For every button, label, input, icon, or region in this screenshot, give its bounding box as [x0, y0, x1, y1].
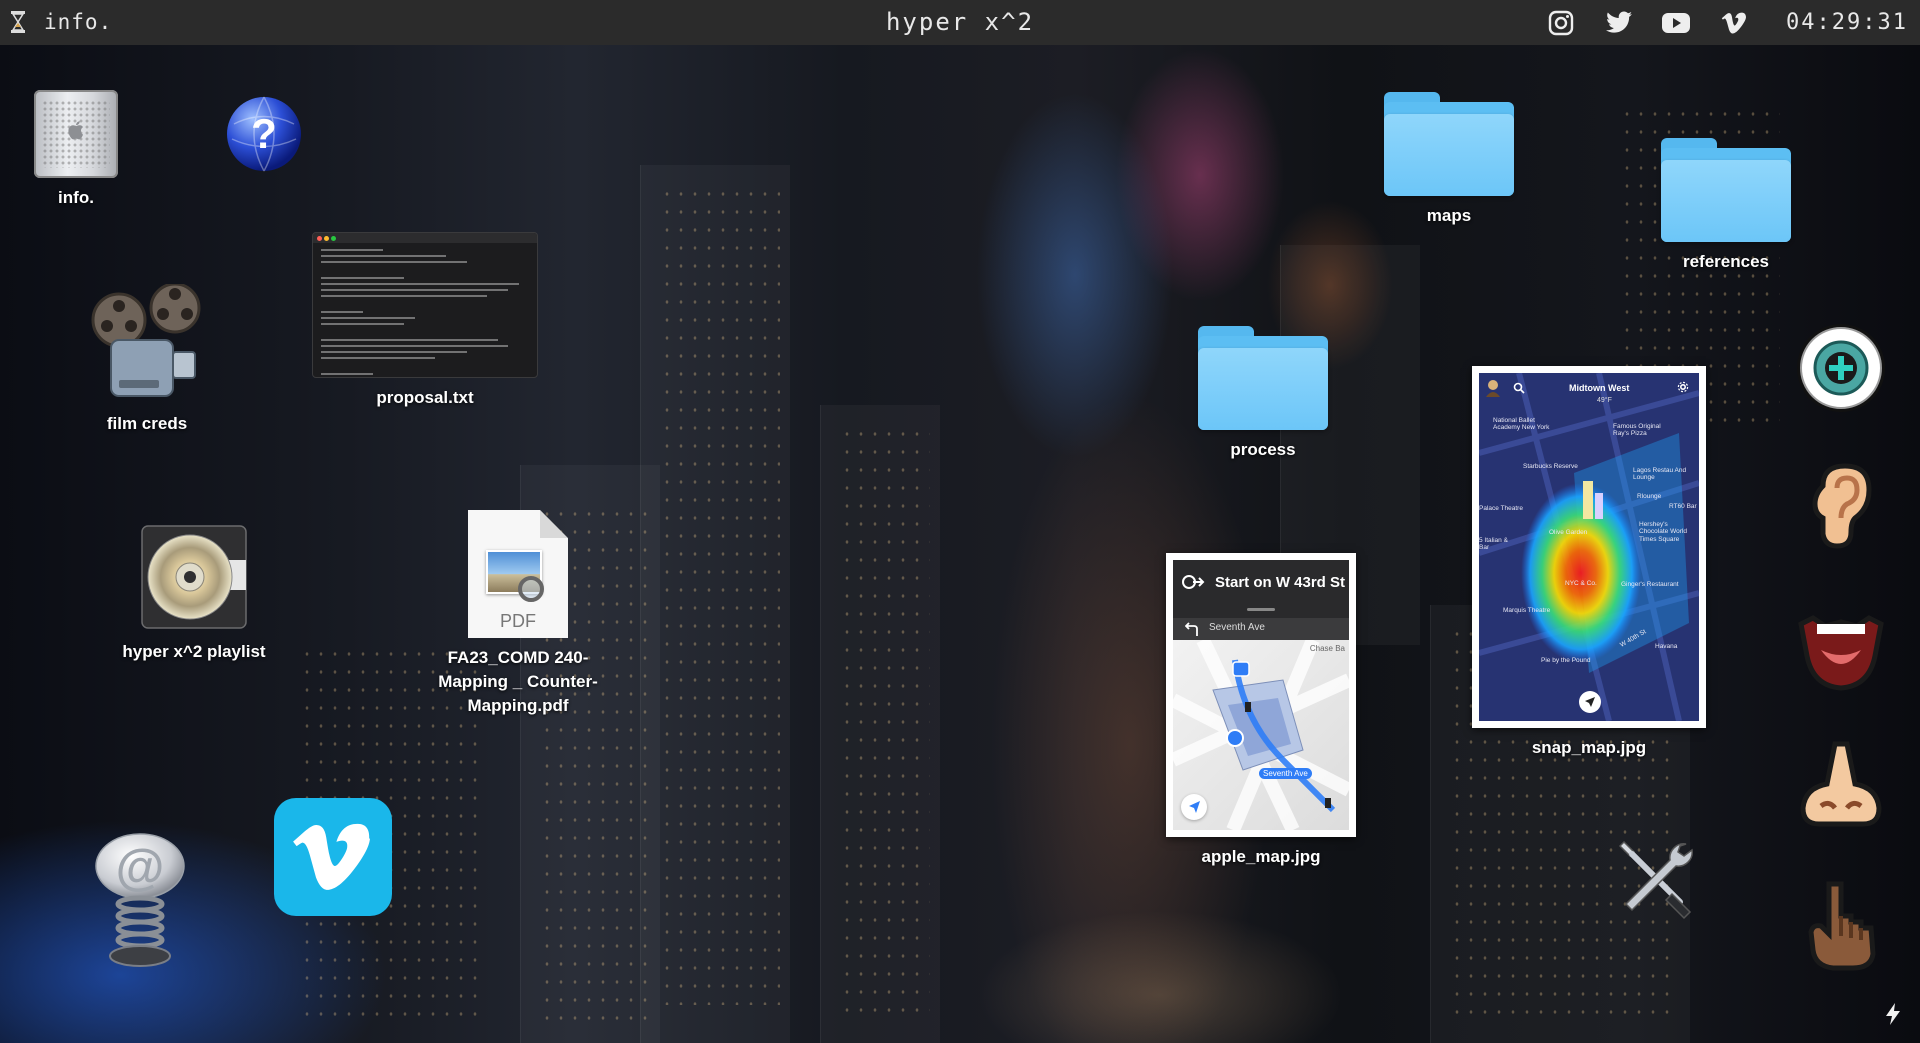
snap-map-place: RT60 Bar: [1669, 503, 1697, 510]
desktop-icon-pdf[interactable]: PDF FA23_COMD 240-Mapping _ Counter-Mapp…: [418, 510, 618, 717]
snap-map-preview: Midtown West 49°F National Ballet Academ…: [1472, 366, 1706, 728]
folder-icon: [1661, 138, 1791, 242]
youtube-icon[interactable]: [1661, 8, 1691, 38]
proposal-preview: [312, 232, 538, 378]
pdf-document-icon: PDF: [468, 510, 568, 638]
snap-map-place: Havana: [1655, 643, 1678, 650]
desktop-icon-process[interactable]: process: [1197, 326, 1329, 462]
help-globe-icon: ?: [227, 96, 301, 172]
desktop-icon-label: maps: [1426, 206, 1472, 225]
lightning-bolt-icon[interactable]: [1884, 1002, 1902, 1026]
desktop-icon-label: film creds: [106, 414, 188, 433]
avatar-icon: [1486, 380, 1500, 397]
folder-icon: [1198, 326, 1328, 430]
snap-map-temp: 49°F: [1597, 397, 1612, 404]
mac-pro-icon: [34, 90, 118, 178]
apple-map-preview: Start on W 43rd St Seventh Ave Chase Ba …: [1166, 553, 1356, 837]
snap-map-place: Hershey's Chocolate World Times Square: [1639, 521, 1687, 543]
folder-icon: [1384, 92, 1514, 196]
snap-map-place: NYC & Co.: [1565, 580, 1597, 587]
hourglass-icon: [11, 11, 25, 33]
location-arrow-icon: [1181, 794, 1207, 820]
snap-map-place: Rlounge: [1637, 493, 1662, 500]
desktop-icon-mail[interactable]: @: [90, 832, 190, 970]
desktop-icon-apple-map[interactable]: Start on W 43rd St Seventh Ave Chase Ba …: [1143, 553, 1379, 869]
desktop-icon-label: FA23_COMD 240-Mapping _ Counter-Mapping.…: [438, 648, 598, 715]
route-start-icon: [1182, 575, 1205, 589]
at-sign-spring-icon: @: [95, 833, 185, 967]
snap-map-place: National Ballet Academy New York: [1493, 417, 1550, 432]
desktop-icon-help[interactable]: ?: [222, 94, 306, 174]
desktop-icon-label: references: [1682, 252, 1769, 271]
apple-map-poi: Chase Ba: [1309, 644, 1345, 653]
film-projector-icon: [91, 284, 201, 397]
snap-map-place: Olive Garden: [1549, 529, 1588, 536]
search-icon: [1513, 382, 1525, 394]
vimeo-icon[interactable]: [1719, 8, 1749, 38]
twitter-icon[interactable]: [1604, 8, 1634, 38]
desktop-icon-label: info.: [58, 188, 94, 207]
pdf-badge: PDF: [500, 611, 536, 631]
desktop-icon-tools[interactable]: [1608, 834, 1700, 922]
mouth-icon[interactable]: [1793, 604, 1889, 700]
apple-map-header: Start on W 43rd St: [1215, 574, 1346, 591]
desktop-icon-film-creds[interactable]: film creds: [84, 284, 210, 436]
apple-map-route-label: Seventh Ave: [1259, 768, 1312, 779]
desktop-icon-label: apple_map.jpg: [1201, 847, 1321, 866]
menubar-clock: 04:29:31: [1786, 10, 1908, 35]
snap-map-place: Lagos Restau And Lounge: [1633, 467, 1687, 482]
gear-icon: [1677, 381, 1689, 393]
navigation-arrow-icon: [1579, 691, 1601, 713]
snap-map-place: Starbucks Reserve: [1523, 463, 1578, 470]
desktop-icon-maps[interactable]: maps: [1383, 92, 1515, 228]
desktop-icon-label: hyper x^2 playlist: [122, 642, 266, 661]
dvd-player-icon: [141, 525, 247, 629]
snap-map-place: Palace Theatre: [1479, 505, 1523, 512]
apple-map-canvas: Chase Ba Seventh Ave: [1173, 640, 1349, 830]
snap-map-location: Midtown West: [1569, 383, 1630, 393]
desktop-icon-references[interactable]: references: [1660, 138, 1792, 274]
desktop-icon-snap-map[interactable]: Midtown West 49°F National Ballet Academ…: [1469, 366, 1709, 760]
vimeo-app-icon: [274, 798, 392, 916]
desktop-icon-vimeo[interactable]: [274, 798, 392, 916]
menubar-app-name[interactable]: info.: [44, 10, 112, 34]
pointing-hand-icon[interactable]: [1793, 876, 1889, 972]
snap-map-place: Marquis Theatre: [1503, 607, 1551, 614]
snap-map-place: Ginger's Restaurant: [1621, 581, 1679, 588]
snap-map-place: Famous Original Ray's Pizza: [1613, 423, 1661, 438]
desktop-icon-proposal[interactable]: proposal.txt: [310, 232, 540, 410]
desktop-icon-playlist[interactable]: hyper x^2 playlist: [96, 522, 292, 664]
desktop-icon-label: process: [1230, 440, 1296, 459]
ear-icon[interactable]: [1793, 458, 1889, 554]
instagram-icon[interactable]: [1546, 8, 1576, 38]
wrench-screwdriver-icon: [1618, 840, 1693, 920]
eye-icon[interactable]: [1793, 320, 1889, 416]
nose-icon[interactable]: [1793, 738, 1889, 834]
snap-map-place: 5 Italian & Bar: [1479, 537, 1508, 552]
svg-text:?: ?: [251, 110, 277, 157]
svg-text:@: @: [116, 839, 165, 895]
desktop-icon-info[interactable]: info.: [24, 90, 128, 210]
desktop-icon-label: snap_map.jpg: [1531, 738, 1647, 757]
turn-left-icon: [1185, 622, 1198, 636]
apple-logo-icon: [68, 121, 83, 140]
apple-map-step: Seventh Ave: [1209, 622, 1265, 633]
snap-map-place: Pie by the Pound: [1541, 657, 1591, 664]
menu-bar: info. hyper x^2 04:29:31: [0, 0, 1920, 45]
desktop-icon-label: proposal.txt: [376, 388, 474, 407]
